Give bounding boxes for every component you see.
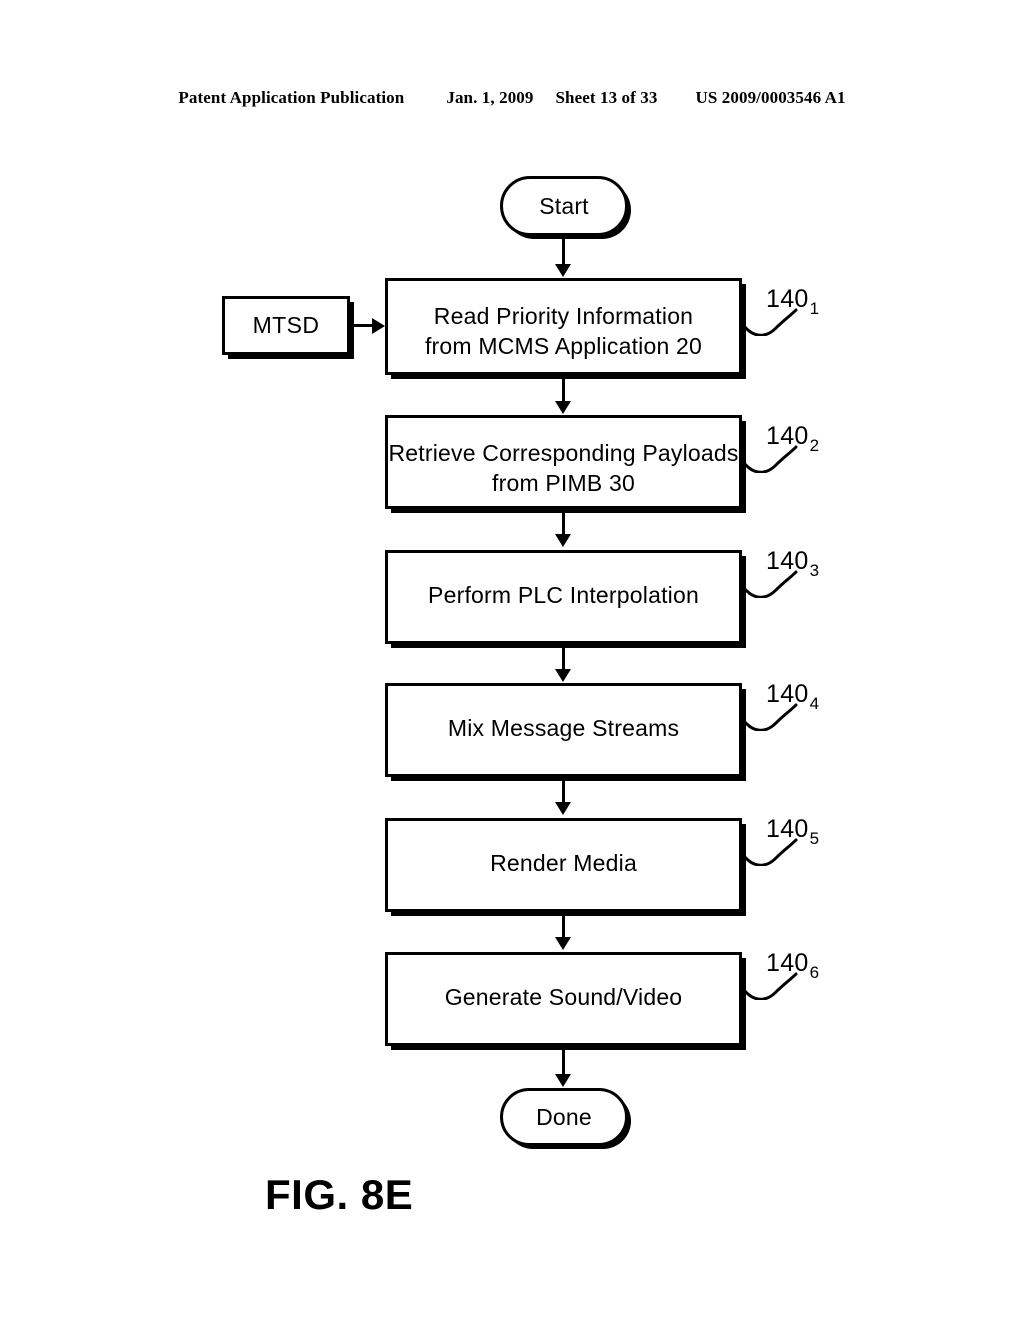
mtsd-source-box: MTSD <box>222 296 350 355</box>
ref-label-6-sub: 6 <box>809 963 820 982</box>
connector-step4-to-step5 <box>562 779 565 803</box>
ref-label-5-sub: 5 <box>809 829 820 848</box>
ref-label-3: 1403 <box>766 547 819 580</box>
done-node: Done <box>500 1088 628 1146</box>
connector-step5-to-step6 <box>562 914 565 938</box>
process-step-3: Perform PLC Interpolation <box>385 550 742 644</box>
process-step-3-label: Perform PLC Interpolation <box>428 582 699 608</box>
connector-step3-to-step4 <box>562 646 565 670</box>
process-step-5: Render Media <box>385 818 742 912</box>
connector-step2-to-step3 <box>562 511 565 535</box>
process-step-2: Retrieve Corresponding Payloads from PIM… <box>385 415 742 509</box>
ref-label-4-base: 140 <box>766 680 809 708</box>
ref-label-2-sub: 2 <box>809 436 820 455</box>
ref-label-1: 1401 <box>766 285 819 318</box>
process-step-1-label: Read Priority Information from MCMS Appl… <box>424 303 703 360</box>
arrowhead-step2-to-step3 <box>555 534 571 547</box>
start-node-label: Start <box>539 192 589 219</box>
figure-caption: FIG. 8E <box>265 1171 414 1218</box>
ref-label-1-sub: 1 <box>809 299 820 318</box>
connector-mtsd-to-step1 <box>353 324 373 327</box>
connector-step6-to-done <box>562 1048 565 1075</box>
process-step-4: Mix Message Streams <box>385 683 742 777</box>
process-step-1: Read Priority Information from MCMS Appl… <box>385 278 742 375</box>
ref-label-6: 1406 <box>766 949 819 982</box>
process-step-4-label: Mix Message Streams <box>447 715 680 741</box>
arrowhead-start-to-step1 <box>555 264 571 277</box>
ref-label-1-base: 140 <box>766 285 809 313</box>
ref-label-4-sub: 4 <box>809 694 820 713</box>
arrowhead-step5-to-step6 <box>555 937 571 950</box>
ref-label-3-sub: 3 <box>809 561 820 580</box>
start-node: Start <box>500 176 628 236</box>
ref-label-2: 1402 <box>766 422 819 455</box>
ref-label-2-base: 140 <box>766 422 809 450</box>
arrowhead-step4-to-step5 <box>555 802 571 815</box>
ref-label-4: 1404 <box>766 680 819 713</box>
ref-label-5-base: 140 <box>766 815 809 843</box>
arrowhead-step1-to-step2 <box>555 401 571 414</box>
mtsd-label: MTSD <box>252 312 320 338</box>
connector-step1-to-step2 <box>562 377 565 402</box>
process-step-6-label: Generate Sound/Video <box>444 984 683 1010</box>
connector-start-to-step1 <box>562 238 565 265</box>
process-step-2-label: Retrieve Corresponding Payloads from PIM… <box>388 440 739 497</box>
process-step-5-label: Render Media <box>490 850 637 876</box>
flowchart-diagram: Start MTSD Read Priority Information fro… <box>0 0 1024 1320</box>
done-node-label: Done <box>536 1103 592 1130</box>
ref-label-6-base: 140 <box>766 949 809 977</box>
arrowhead-step3-to-step4 <box>555 669 571 682</box>
process-step-6: Generate Sound/Video <box>385 952 742 1046</box>
ref-label-5: 1405 <box>766 815 819 848</box>
ref-label-3-base: 140 <box>766 547 809 575</box>
arrowhead-step6-to-done <box>555 1074 571 1087</box>
arrowhead-mtsd-to-step1 <box>372 318 385 334</box>
